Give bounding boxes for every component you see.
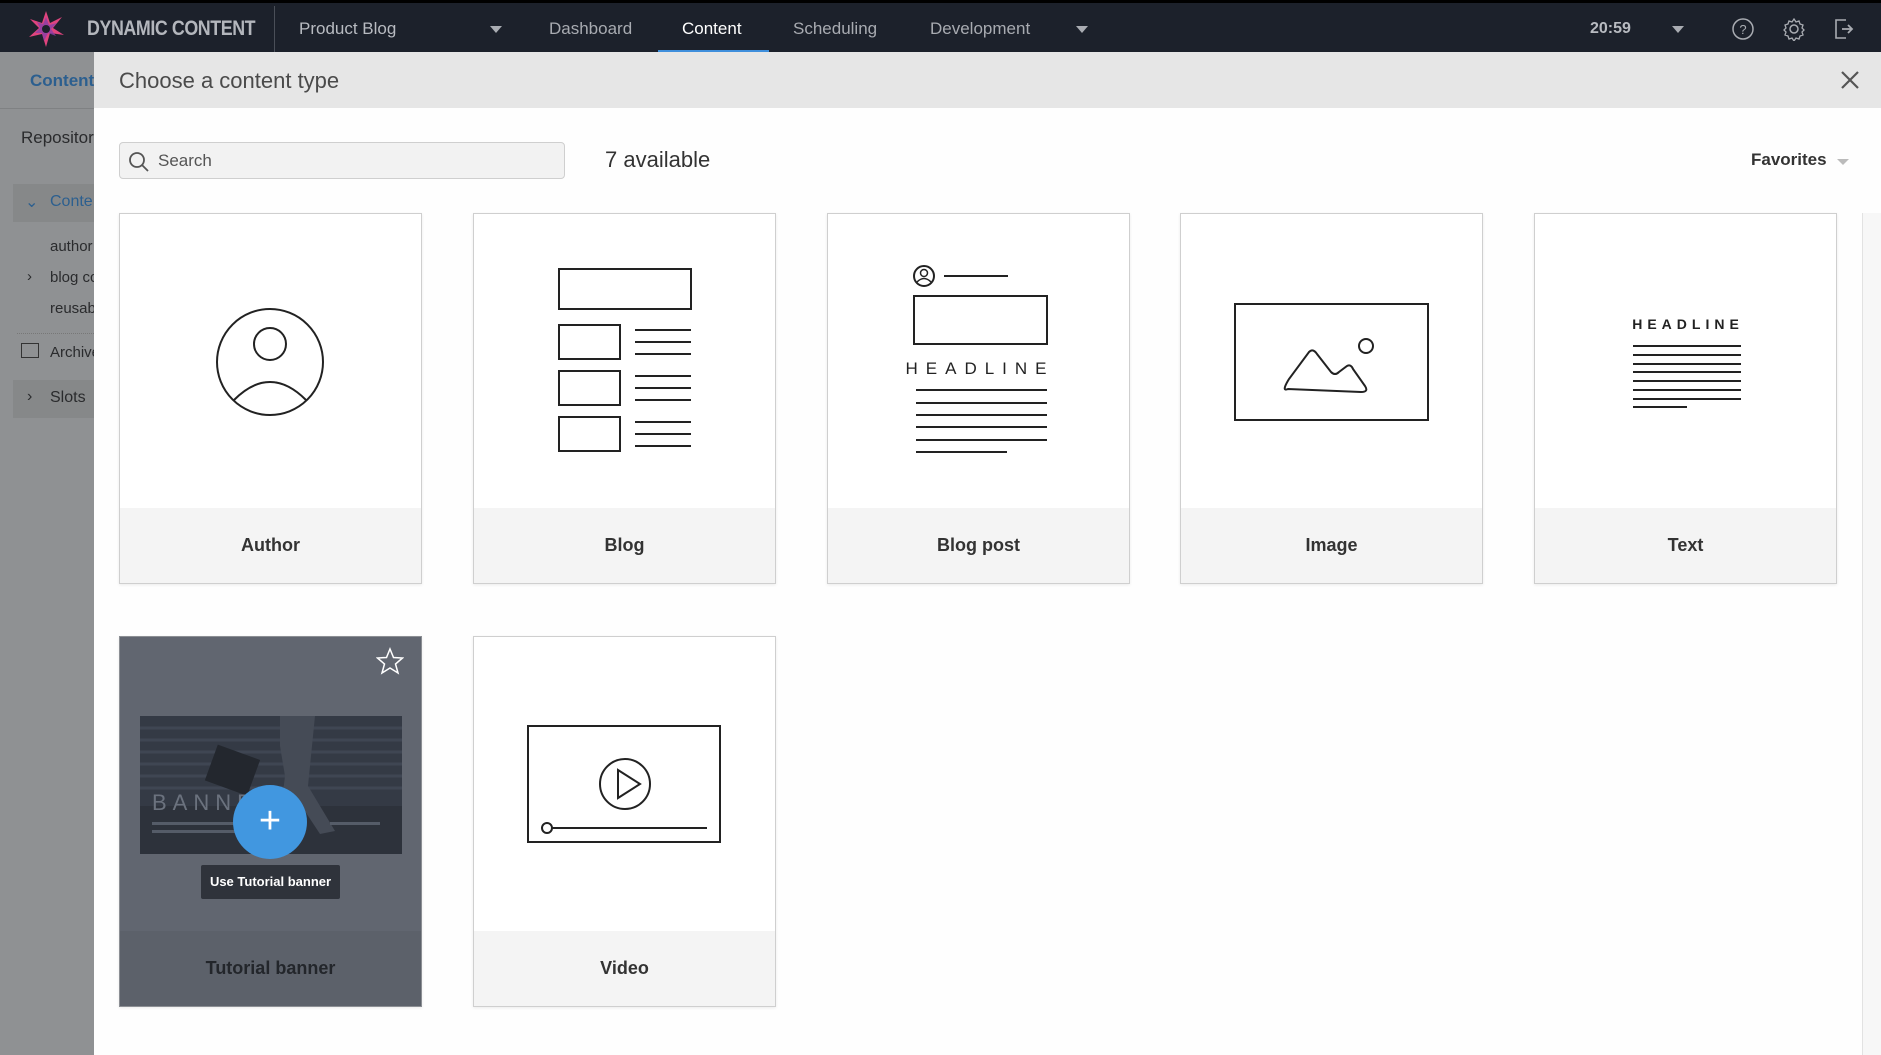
card-label: Video <box>474 931 775 1006</box>
background-sidebar: Content Repositor ⌄ Conte author › blog … <box>0 52 100 1055</box>
hub-dropdown-caret-icon[interactable] <box>490 26 502 33</box>
content-type-card-author[interactable]: Author <box>119 213 422 584</box>
headline-text: HEADLINE <box>1632 316 1744 332</box>
hub-selector[interactable]: Product Blog <box>299 19 396 39</box>
top-navigation-bar: DYNAMIC CONTENT Product Blog Dashboard C… <box>0 0 1881 55</box>
chevron-down-icon: ⌄ <box>25 194 39 211</box>
repository-label: Repositor <box>21 128 94 147</box>
card-label: Author <box>120 508 421 583</box>
content-type-card-video[interactable]: Video <box>473 636 776 1007</box>
more-nav-caret-icon[interactable] <box>1076 26 1088 33</box>
chevron-right-icon: › <box>27 388 33 405</box>
tree-item-archive: Archive <box>50 344 101 361</box>
brand-name: DYNAMIC CONTENT <box>87 17 256 40</box>
author-illustration-icon <box>216 308 324 416</box>
subnav-content: Content <box>30 71 95 90</box>
dynamic-content-logo-icon <box>29 11 64 47</box>
tree-item-blog: blog cc <box>50 269 98 286</box>
close-icon[interactable] <box>1838 68 1862 92</box>
background-subnav: Content <box>0 52 94 109</box>
tree-item-slots: Slots <box>50 389 86 406</box>
help-icon[interactable]: ? <box>1731 17 1755 41</box>
nav-tab-content[interactable]: Content <box>682 19 742 39</box>
card-label: Text <box>1535 508 1836 583</box>
card-label: Tutorial banner <box>120 931 421 1006</box>
tree-item-content: Conte <box>50 193 93 210</box>
use-tutorial-banner-button[interactable]: Use Tutorial banner <box>201 865 340 899</box>
time-dropdown-caret-icon[interactable] <box>1672 26 1684 33</box>
blog-illustration-icon <box>558 268 692 452</box>
content-type-card-tutorial-banner[interactable]: BANNER + Use Tutorial banner Tutorial ba… <box>119 636 422 1007</box>
add-content-plus-button[interactable]: + <box>233 785 307 859</box>
card-label: Blog <box>474 508 775 583</box>
search-field[interactable] <box>119 142 565 179</box>
nav-tab-scheduling[interactable]: Scheduling <box>793 19 877 39</box>
nav-tab-development[interactable]: Development <box>930 19 1030 39</box>
dialog-title: Choose a content type <box>119 68 340 93</box>
content-type-card-image[interactable]: Image <box>1180 213 1483 584</box>
tree-item-authors: author <box>50 238 93 255</box>
tree-divider <box>17 333 94 334</box>
tree-item-reusable: reusab <box>50 300 96 317</box>
text-illustration-icon: HEADLINE <box>1632 316 1744 408</box>
video-illustration-icon <box>527 725 721 843</box>
sort-favorites-dropdown[interactable]: Favorites <box>1751 150 1827 170</box>
blog-post-illustration-icon: HEADLINE <box>905 265 1054 453</box>
content-type-card-blog-post[interactable]: HEADLINE Blog post <box>827 213 1130 584</box>
sort-caret-icon[interactable] <box>1837 159 1849 165</box>
dialog-header: Choose a content type <box>94 52 1881 108</box>
content-type-dialog: Choose a content type 7 available Favori… <box>94 52 1881 1055</box>
headline-text: HEADLINE <box>905 359 1054 378</box>
settings-gear-icon[interactable] <box>1782 17 1806 41</box>
content-type-card-blog[interactable]: Blog <box>473 213 776 584</box>
favorite-star-icon[interactable] <box>376 647 404 675</box>
scrollbar[interactable] <box>1862 213 1881 1055</box>
image-illustration-icon <box>1234 303 1429 421</box>
available-count: 7 available <box>605 147 711 172</box>
search-input[interactable] <box>158 143 558 178</box>
search-icon <box>129 152 149 172</box>
header-divider <box>274 6 275 55</box>
card-label: Image <box>1181 508 1482 583</box>
logout-icon[interactable] <box>1832 17 1856 41</box>
archive-icon <box>21 343 39 358</box>
svg-text:?: ? <box>1739 22 1746 37</box>
nav-tab-dashboard[interactable]: Dashboard <box>549 19 632 39</box>
card-label: Blog post <box>828 508 1129 583</box>
chevron-right-icon: › <box>27 268 32 285</box>
content-type-card-text[interactable]: HEADLINE Text <box>1534 213 1837 584</box>
time-display[interactable]: 20:59 <box>1590 20 1631 38</box>
